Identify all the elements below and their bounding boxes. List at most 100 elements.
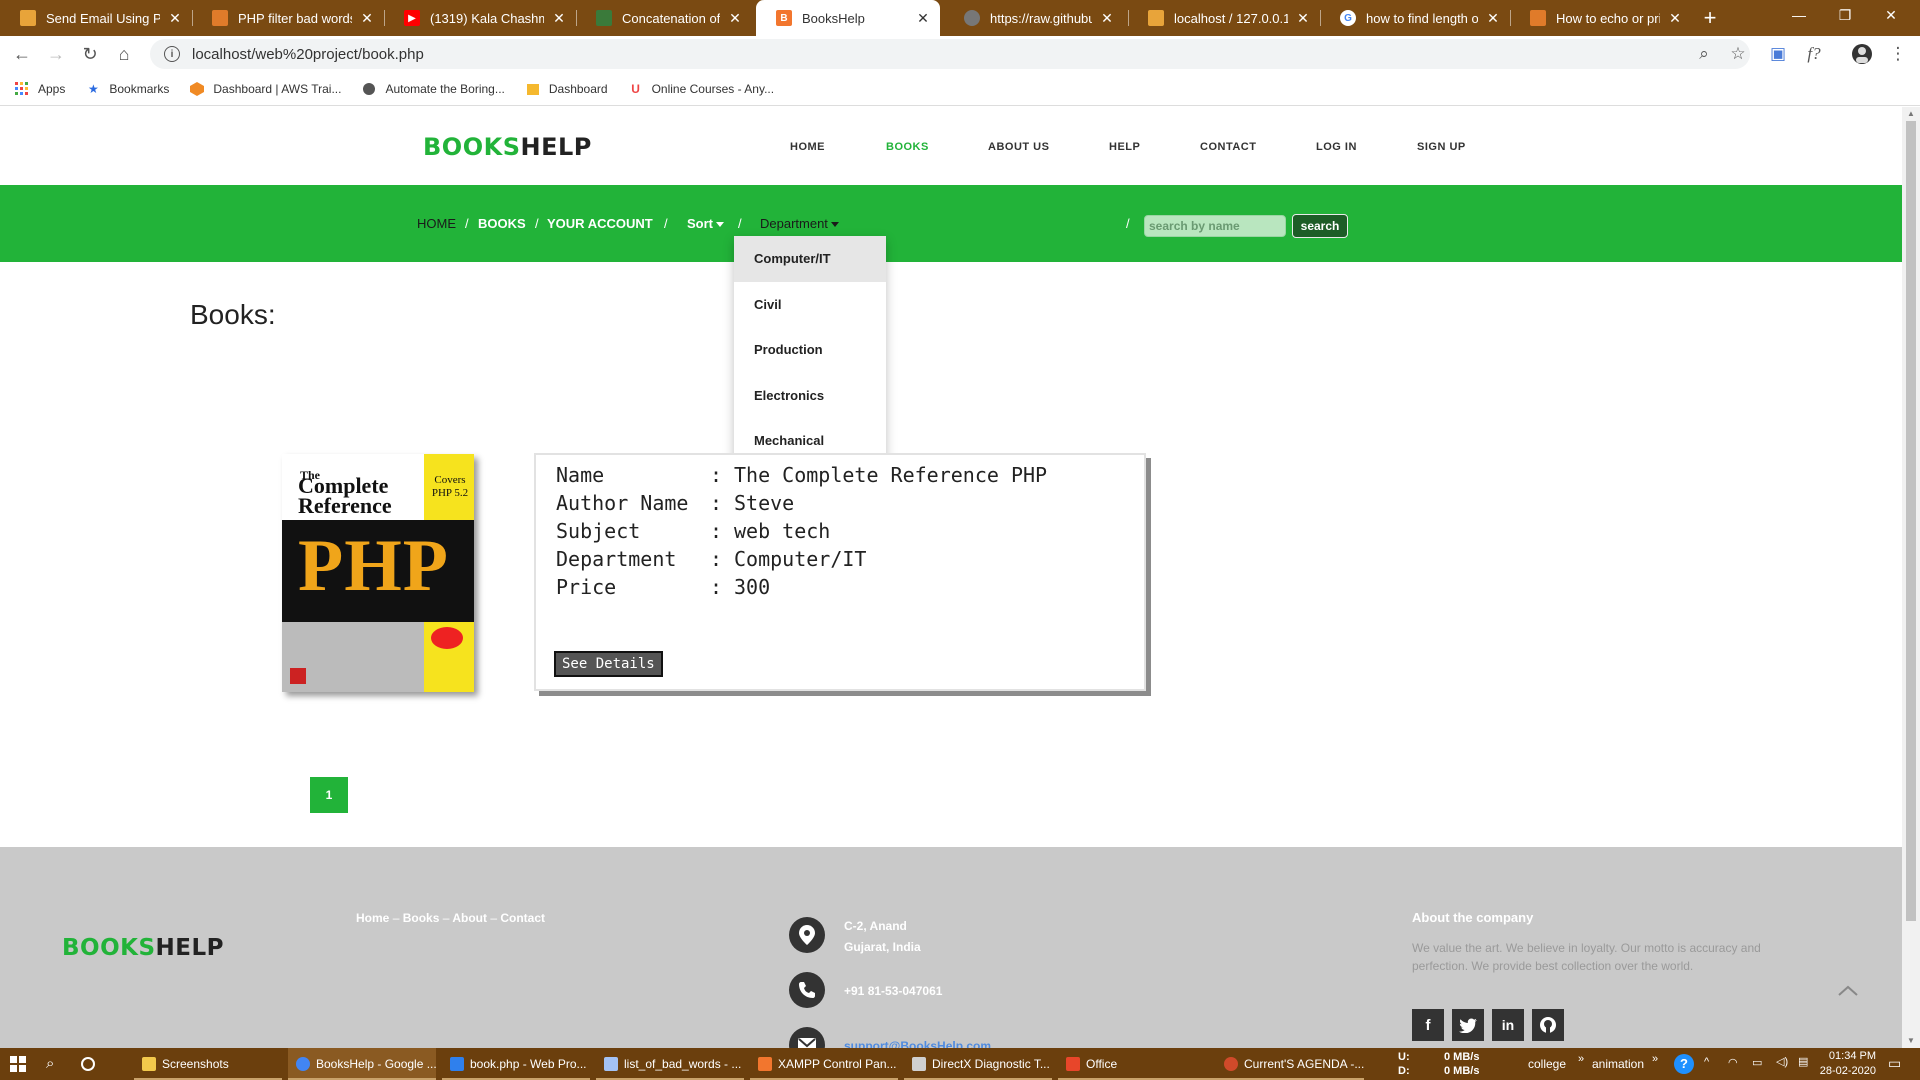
footer-link-about[interactable]: About xyxy=(452,911,487,925)
nav-home[interactable]: HOME xyxy=(790,141,825,153)
taskbar-app[interactable]: DirectX Diagnostic T... xyxy=(904,1048,1052,1080)
toolbar-college[interactable]: college xyxy=(1528,1057,1566,1071)
clock-date[interactable]: 28-02-2020 xyxy=(1808,1065,1876,1077)
department-dropdown[interactable]: Department xyxy=(760,216,839,231)
scroll-to-top-icon[interactable] xyxy=(1836,979,1860,1003)
address-bar[interactable]: i localhost/web%20project/book.php xyxy=(150,39,1750,69)
site-info-icon[interactable]: i xyxy=(164,46,180,62)
footer-link-books[interactable]: Books xyxy=(403,911,440,925)
tray-overflow-icon[interactable]: ^ xyxy=(1704,1056,1709,1068)
footer-link-home[interactable]: Home xyxy=(356,911,389,925)
nav-contact[interactable]: CONTACT xyxy=(1200,141,1256,153)
footer-link-contact[interactable]: Contact xyxy=(500,911,545,925)
department-option[interactable]: Electronics xyxy=(734,373,886,419)
site-logo[interactable]: BOOKSHELP xyxy=(423,133,592,161)
star-icon[interactable]: ☆ xyxy=(1724,40,1752,68)
bookmark-item[interactable]: Automate the Boring... xyxy=(361,81,505,97)
taskbar-app[interactable]: BooksHelp - Google ... xyxy=(288,1048,436,1080)
tab-close-icon[interactable]: ✕ xyxy=(550,10,568,27)
restore-icon[interactable]: ❐ xyxy=(1822,0,1868,30)
wifi-icon[interactable]: ◠ xyxy=(1728,1056,1738,1069)
close-window-icon[interactable]: ✕ xyxy=(1868,0,1914,30)
back-icon[interactable]: ← xyxy=(8,40,36,68)
sort-dropdown[interactable]: Sort xyxy=(687,216,724,231)
tab-close-icon[interactable]: ✕ xyxy=(914,10,932,27)
browser-tab[interactable]: PHP filter bad words - ✕ xyxy=(192,0,384,36)
browser-tab[interactable]: Concatenation of two s ✕ xyxy=(576,0,752,36)
tab-close-icon[interactable]: ✕ xyxy=(358,10,376,27)
toolbar-animation[interactable]: animation xyxy=(1592,1057,1644,1071)
page-scrollbar[interactable]: ▲ ▼ xyxy=(1902,107,1920,1048)
bookmark-item[interactable]: U Online Courses - Any... xyxy=(628,81,774,97)
nav-books[interactable]: BOOKS xyxy=(886,141,929,153)
browser-tab[interactable]: https://raw.githubuser ✕ xyxy=(944,0,1124,36)
browser-tab[interactable]: How to echo or print a ✕ xyxy=(1510,0,1692,36)
bookmark-apps[interactable]: Apps xyxy=(14,81,65,97)
tab-close-icon[interactable]: ✕ xyxy=(1666,10,1684,27)
tab-close-icon[interactable]: ✕ xyxy=(1098,10,1116,27)
volume-icon[interactable]: ◁) xyxy=(1776,1055,1788,1068)
bookmark-item[interactable]: Dashboard xyxy=(525,81,608,97)
forward-icon[interactable]: → xyxy=(42,40,70,68)
crumb-books[interactable]: BOOKS xyxy=(478,216,526,231)
facebook-icon[interactable]: f xyxy=(1412,1009,1444,1041)
scrollbar-thumb[interactable] xyxy=(1906,121,1916,921)
department-option[interactable]: Computer/IT xyxy=(734,236,886,282)
taskbar-app[interactable]: Current'S AGENDA -... xyxy=(1216,1048,1364,1080)
support-email[interactable]: support@BooksHelp.com xyxy=(844,1039,991,1048)
department-option[interactable]: Production xyxy=(734,327,886,373)
search-input[interactable] xyxy=(1144,215,1286,237)
menu-kebab-icon[interactable]: ⋮ xyxy=(1884,40,1912,68)
clock-time[interactable]: 01:34 PM xyxy=(1808,1050,1876,1062)
crumb-your-account[interactable]: YOUR ACCOUNT xyxy=(547,216,653,231)
tab-close-icon[interactable]: ✕ xyxy=(726,10,744,27)
nav-help[interactable]: HELP xyxy=(1109,141,1140,153)
department-option[interactable]: Civil xyxy=(734,282,886,328)
taskbar-app[interactable]: XAMPP Control Pan... xyxy=(750,1048,898,1080)
taskbar-app[interactable]: book.php - Web Pro... xyxy=(442,1048,590,1080)
windows-start-icon[interactable] xyxy=(10,1056,26,1075)
search-button[interactable]: search xyxy=(1292,214,1348,238)
footer-logo[interactable]: BOOKSHELP xyxy=(62,935,224,961)
bookmark-item[interactable]: ★ Bookmarks xyxy=(85,81,169,97)
search-icon[interactable]: ⌕ xyxy=(46,1055,54,1072)
linkedin-icon[interactable]: in xyxy=(1492,1009,1524,1041)
browser-tab[interactable]: localhost / 127.0.0.1 / l ✕ xyxy=(1128,0,1320,36)
language-icon[interactable]: ▤ xyxy=(1798,1055,1808,1068)
notifications-icon[interactable]: ▭ xyxy=(1888,1055,1901,1072)
taskbar-app[interactable]: Office xyxy=(1058,1048,1218,1080)
taskbar-app[interactable]: list_of_bad_words - ... xyxy=(596,1048,744,1080)
browser-tab[interactable]: ▶ (1319) Kala Chashma | ✕ xyxy=(384,0,576,36)
nav-sign-up[interactable]: SIGN UP xyxy=(1417,141,1466,153)
browser-tab[interactable]: Send Email Using Pyth ✕ xyxy=(0,0,192,36)
nav-about-us[interactable]: ABOUT US xyxy=(988,141,1049,153)
chevron-right-icon[interactable]: » xyxy=(1578,1053,1584,1065)
new-tab-icon[interactable]: + xyxy=(1696,0,1724,36)
cortana-icon[interactable] xyxy=(80,1056,96,1075)
chevron-right-icon[interactable]: » xyxy=(1652,1053,1658,1065)
see-details-button[interactable]: See Details xyxy=(554,651,663,677)
scroll-up-icon[interactable]: ▲ xyxy=(1902,107,1920,121)
twitter-icon[interactable] xyxy=(1452,1009,1484,1041)
translate-icon[interactable]: ▣ xyxy=(1764,40,1792,68)
avatar[interactable] xyxy=(1848,40,1876,68)
battery-icon[interactable]: ▭ xyxy=(1752,1056,1762,1069)
scroll-down-icon[interactable]: ▼ xyxy=(1902,1034,1920,1048)
crumb-home[interactable]: HOME xyxy=(417,216,456,231)
nav-log-in[interactable]: LOG IN xyxy=(1316,141,1357,153)
minimize-icon[interactable]: — xyxy=(1776,0,1822,30)
browser-tab-active[interactable]: B BooksHelp ✕ xyxy=(756,0,940,36)
tab-close-icon[interactable]: ✕ xyxy=(166,10,184,27)
extension-icon[interactable]: f? xyxy=(1800,40,1828,68)
browser-tab[interactable]: G how to find length of a ✕ xyxy=(1320,0,1510,36)
zoom-icon[interactable]: ⌕ xyxy=(1690,40,1718,68)
home-icon[interactable]: ⌂ xyxy=(110,40,138,68)
github-icon[interactable] xyxy=(1532,1009,1564,1041)
help-icon[interactable]: ? xyxy=(1674,1054,1694,1074)
taskbar-app[interactable]: Screenshots xyxy=(134,1048,282,1080)
tab-close-icon[interactable]: ✕ xyxy=(1294,10,1312,27)
page-number-1[interactable]: 1 xyxy=(310,777,348,813)
book-cover-image[interactable]: The Complete Reference PHP Covers PHP 5.… xyxy=(282,454,474,692)
reload-icon[interactable]: ↻ xyxy=(76,40,104,68)
bookmark-item[interactable]: Dashboard | AWS Trai... xyxy=(189,81,341,97)
